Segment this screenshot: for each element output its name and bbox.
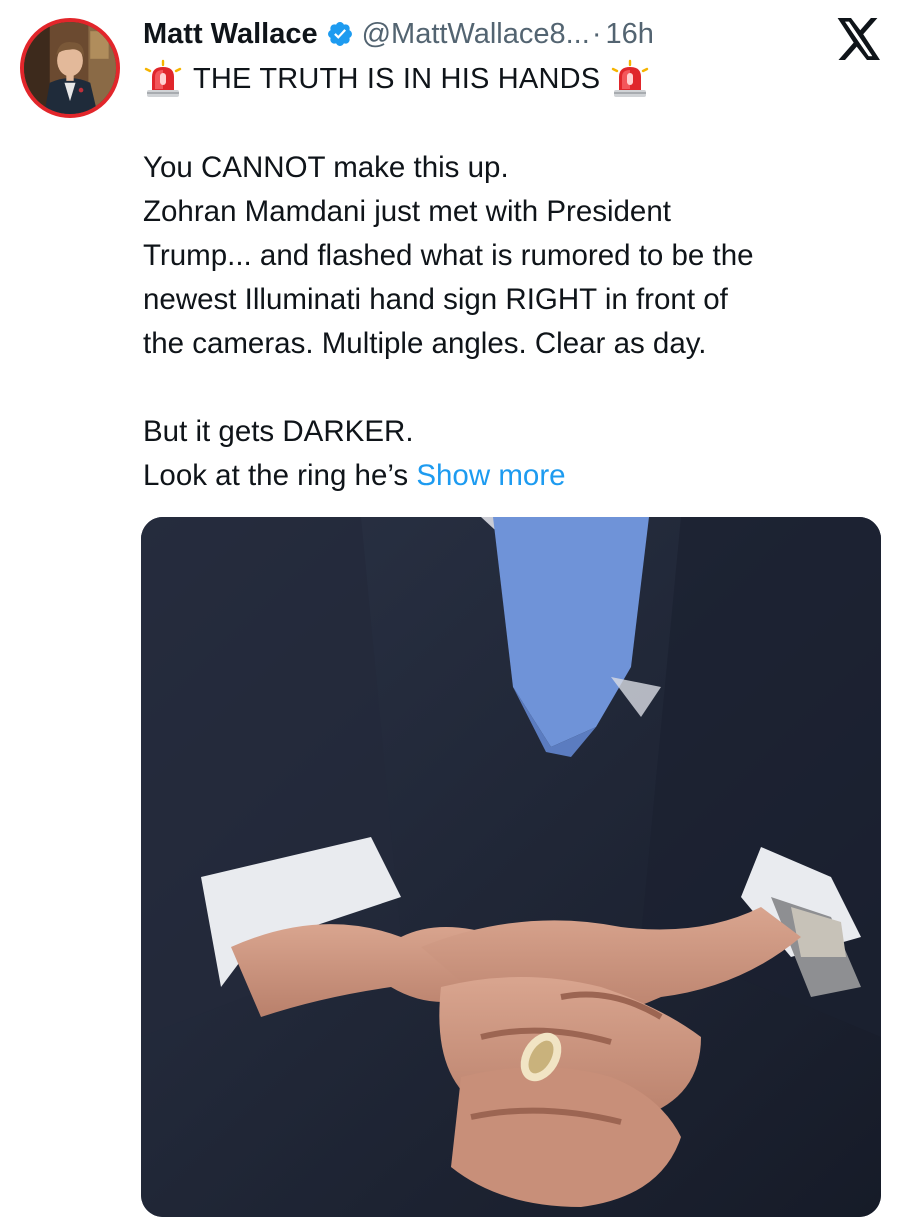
body-line: You CANNOT make this up. <box>143 151 509 184</box>
verified-badge-icon <box>326 20 354 48</box>
body-line: the cameras. Multiple angles. Clear as d… <box>143 327 707 360</box>
headline-text: THE TRUTH IS IN HIS HANDS <box>193 62 601 95</box>
body-line-prefix: Look at the ring he’s <box>143 459 417 492</box>
tweet-media-image[interactable] <box>141 517 881 1217</box>
tweet-headline: THE TRUTH IS IN HIS HANDS <box>143 57 650 101</box>
author-name[interactable]: Matt Wallace <box>143 18 318 51</box>
body-line: But it gets DARKER. <box>143 415 414 448</box>
police-siren-emoji-icon <box>610 59 650 99</box>
tweet-body: You CANNOT make this up. Zohran Mamdani … <box>143 146 883 498</box>
police-siren-emoji-icon <box>143 59 183 99</box>
avatar-photo <box>24 22 116 114</box>
tweet-header: Matt Wallace @MattWallace8... · 16h <box>143 14 654 54</box>
media-photo <box>141 517 881 1217</box>
body-line: Trump... and flashed what is rumored to … <box>143 239 754 272</box>
x-logo-icon[interactable] <box>836 18 882 60</box>
separator-dot: · <box>591 17 602 50</box>
show-more-link[interactable]: Show more <box>416 459 565 492</box>
author-handle[interactable]: @MattWallace8... <box>362 18 590 51</box>
body-line-last: Look at the ring he’s Show more <box>143 454 883 498</box>
body-line: newest Illuminati hand sign RIGHT in fro… <box>143 283 728 316</box>
author-avatar[interactable] <box>20 18 120 118</box>
tweet-card[interactable]: Matt Wallace @MattWallace8... · 16h THE … <box>0 0 902 1217</box>
tweet-timestamp[interactable]: 16h <box>605 18 653 51</box>
body-line: Zohran Mamdani just met with President <box>143 195 671 228</box>
